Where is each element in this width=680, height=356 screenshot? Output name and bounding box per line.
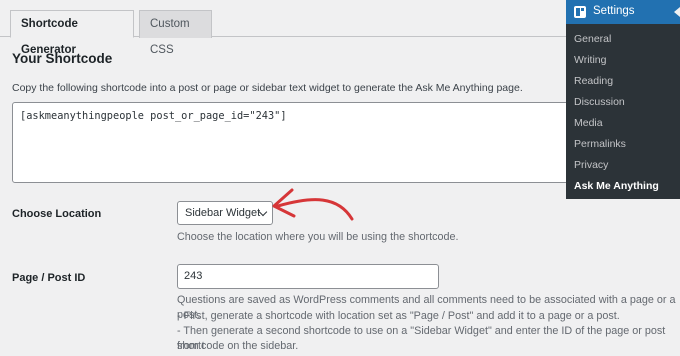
settings-menu-header[interactable]: Settings <box>566 0 680 24</box>
page-post-hint-2: - First, generate a shortcode with locat… <box>177 310 620 322</box>
section-description: Copy the following shortcode into a post… <box>12 82 523 94</box>
menu-item-discussion[interactable]: Discussion <box>574 96 625 108</box>
tab-shortcode-generator[interactable]: Shortcode Generator <box>10 10 134 56</box>
location-hint: Choose the location where you will be us… <box>177 231 459 243</box>
menu-item-reading[interactable]: Reading <box>574 75 613 87</box>
settings-admin-menu: Settings General Writing Reading Discuss… <box>566 0 680 199</box>
tab-custom-css[interactable]: Custom CSS <box>139 10 212 56</box>
annotation-arrow-icon <box>272 188 354 221</box>
menu-item-permalinks[interactable]: Permalinks <box>574 138 626 150</box>
settings-menu-label: Settings <box>593 5 635 17</box>
page-post-id-input[interactable]: 243 <box>177 264 439 289</box>
page-post-id-label: Page / Post ID <box>12 272 86 284</box>
page-post-hint-4: shortcode on the sidebar. <box>177 340 299 352</box>
menu-item-writing[interactable]: Writing <box>574 54 606 66</box>
section-title: Your Shortcode <box>12 51 113 66</box>
choose-location-label: Choose Location <box>12 208 102 220</box>
menu-item-ask-me-anything[interactable]: Ask Me Anything <box>574 180 659 192</box>
settings-icon <box>574 6 586 18</box>
menu-pointer-icon <box>674 7 680 17</box>
location-select-value: Sidebar Widget <box>185 207 261 219</box>
menu-item-general[interactable]: General <box>574 33 611 45</box>
menu-item-privacy[interactable]: Privacy <box>574 159 608 171</box>
menu-item-media[interactable]: Media <box>574 117 603 129</box>
